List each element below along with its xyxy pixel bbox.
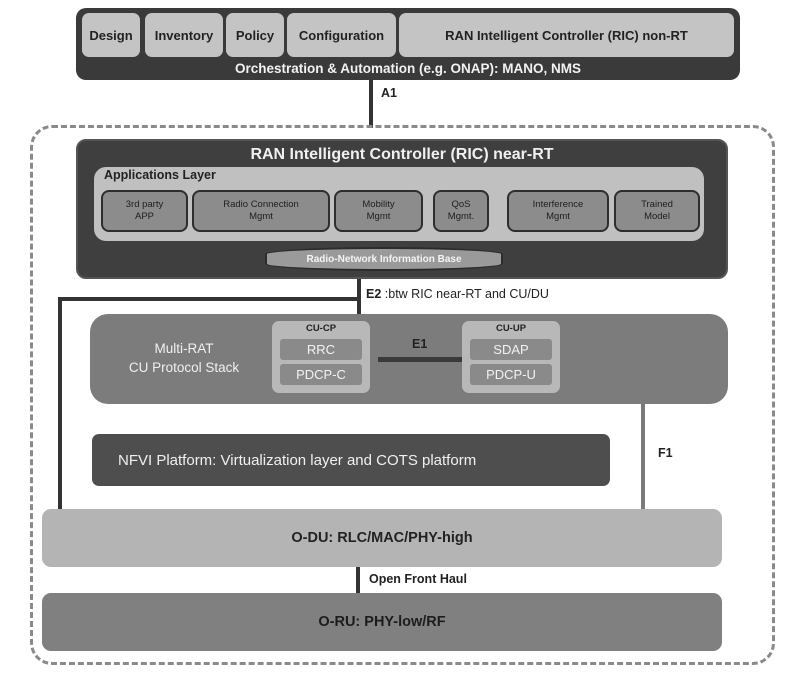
- tab-policy: Policy: [226, 13, 284, 57]
- app-line1: Mobility: [362, 199, 395, 210]
- nfvi-platform: NFVI Platform: Virtualization layer and …: [92, 434, 610, 486]
- o-ru: O-RU: PHY-low/RF: [42, 593, 722, 651]
- cu-up-pdcp-u: PDCP-U: [470, 364, 552, 385]
- orchestration-label: Orchestration & Automation (e.g. ONAP): …: [234, 60, 581, 76]
- tab-ric-non-rt: RAN Intelligent Controller (RIC) non-RT: [399, 13, 734, 57]
- cu-cp-pdcp-c: PDCP-C: [280, 364, 362, 385]
- app-line2: Mgmt: [366, 211, 391, 222]
- fronthaul-label: Open Front Haul: [369, 572, 467, 586]
- e2-desc: :btw RIC near-RT and CU/DU: [381, 287, 549, 301]
- app-interference-mgmt: Interference Mgmt: [507, 190, 609, 232]
- tab-design: Design: [82, 13, 140, 57]
- cu-cp-rrc: RRC: [280, 339, 362, 360]
- app-line1: Trained: [641, 199, 673, 210]
- cu-label-line1: Multi-RAT: [154, 341, 214, 356]
- app-line2: Mgmt: [546, 211, 570, 222]
- fronthaul-line: [356, 567, 360, 593]
- e1-line: [378, 357, 470, 362]
- ric-near-rt-title: RAN Intelligent Controller (RIC) near-RT: [250, 146, 554, 163]
- e2-line-to-du: [58, 297, 62, 511]
- a1-line: [369, 80, 373, 128]
- a1-label: A1: [381, 86, 397, 100]
- cu-up-title: CU-UP: [495, 322, 527, 334]
- tab-inventory: Inventory: [145, 13, 223, 57]
- cu-cp-title: CU-CP: [305, 322, 337, 334]
- app-line2: Mgmt.: [447, 211, 475, 222]
- cu-protocol-stack-label: Multi-RAT CU Protocol Stack: [100, 330, 268, 386]
- app-mobility-mgmt: Mobility Mgmt: [334, 190, 423, 232]
- applications-layer-title: Applications Layer: [104, 168, 216, 182]
- o-du: O-DU: RLC/MAC/PHY-high: [42, 509, 722, 567]
- tab-configuration: Configuration: [287, 13, 396, 57]
- f1-line: [641, 404, 645, 511]
- app-3rd-party: 3rd party APP: [101, 190, 188, 232]
- app-line1: Radio Connection: [223, 199, 299, 210]
- app-line1: Interference: [532, 199, 584, 210]
- cu-label-line2: CU Protocol Stack: [128, 360, 240, 375]
- e2-name: E2: [366, 287, 382, 301]
- e2-label: E2 :btw RIC near-RT and CU/DU: [366, 287, 549, 301]
- e2-line-horizontal: [58, 297, 361, 301]
- app-qos-mgmt: QoS Mgmt.: [433, 190, 489, 232]
- app-line2: APP: [134, 211, 154, 222]
- radio-network-information-base: Radio-Network Information Base: [265, 247, 503, 271]
- app-trained-model: Trained Model: [614, 190, 700, 232]
- cu-up-sdap: SDAP: [470, 339, 552, 360]
- app-line2: Model: [644, 211, 670, 222]
- f1-label: F1: [658, 446, 673, 460]
- app-line2: Mgmt: [249, 211, 273, 222]
- app-radio-connection-mgmt: Radio Connection Mgmt: [192, 190, 330, 232]
- app-line1: QoS: [451, 199, 471, 210]
- e1-label: E1: [412, 337, 428, 351]
- app-line1: 3rd party: [125, 199, 164, 210]
